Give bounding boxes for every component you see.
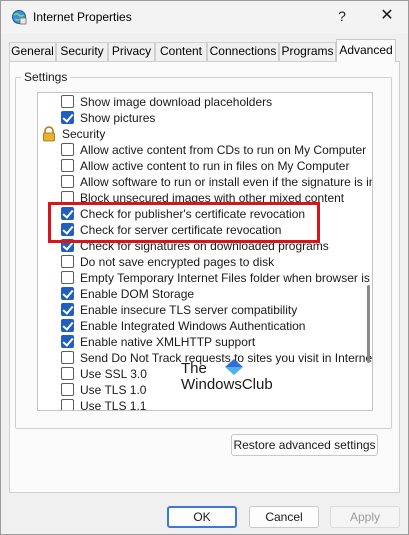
annotation-highlight-box [48,202,320,243]
restore-advanced-settings-button[interactable]: Restore advanced settings [231,434,378,456]
settings-option-label: Enable native XMLHTTP support [80,335,256,349]
checkbox-unchecked[interactable] [61,399,74,410]
checkbox-unchecked[interactable] [61,383,74,396]
internet-options-globe-icon [12,10,27,25]
apply-button[interactable]: Apply [330,506,400,528]
settings-option[interactable]: Show image download placeholders [38,94,368,110]
watermark-line2: WindowsClub [181,376,273,393]
settings-option-label: Use SSL 3.0 [80,367,147,381]
padlock-icon [43,126,55,142]
checkbox-checked[interactable] [61,335,74,348]
settings-option[interactable]: Show pictures [38,110,368,126]
settings-option-label: Use TLS 1.0 [80,383,147,397]
checkbox-unchecked[interactable] [61,351,74,364]
settings-group-label: Settings [21,70,71,84]
title-bar: Internet Properties ? ✕ [1,1,408,33]
checkbox-checked[interactable] [61,287,74,300]
settings-option[interactable]: Enable insecure TLS server compatibility [38,302,368,318]
settings-option-label: Empty Temporary Internet Files folder wh… [80,271,373,285]
settings-option[interactable]: Enable DOM Storage [38,286,368,302]
windowsclub-logo-icon [225,359,243,375]
tab-programs[interactable]: Programs [279,42,336,61]
settings-option-label: Allow active content from CDs to run on … [80,143,367,157]
scrollbar-thumb[interactable] [367,285,370,363]
settings-option[interactable]: Enable Integrated Windows Authentication [38,318,368,334]
cancel-button[interactable]: Cancel [249,506,319,528]
settings-option[interactable]: Allow active content to run in files on … [38,158,368,174]
tab-advanced[interactable]: Advanced [336,39,396,62]
tab-connections[interactable]: Connections [207,42,279,61]
checkbox-unchecked[interactable] [61,143,74,156]
tab-privacy[interactable]: Privacy [108,42,155,61]
settings-option-label: Enable DOM Storage [80,287,195,301]
settings-option[interactable]: Use TLS 1.1 [38,398,368,411]
settings-option-label: Enable insecure TLS server compatibility [80,303,298,317]
settings-option-label: Allow active content to run in files on … [80,159,350,173]
tab-content[interactable]: Content [155,42,207,61]
settings-option-label: Show image download placeholders [80,95,273,109]
settings-option-label: Enable Integrated Windows Authentication [80,319,306,333]
checkbox-unchecked[interactable] [61,159,74,172]
checkbox-unchecked[interactable] [61,95,74,108]
settings-option-label: Do not save encrypted pages to disk [80,255,275,269]
settings-category-label: Security [62,127,106,141]
checkbox-unchecked[interactable] [61,271,74,284]
close-button[interactable]: ✕ [369,3,405,31]
checkbox-unchecked[interactable] [61,175,74,188]
ok-button[interactable]: OK [167,506,237,528]
checkbox-checked[interactable] [61,319,74,332]
settings-option-label: Use TLS 1.1 [80,399,147,411]
settings-option[interactable]: Allow active content from CDs to run on … [38,142,368,158]
checkbox-unchecked[interactable] [61,367,74,380]
settings-option-label: Allow software to run or install even if… [80,175,373,189]
checkbox-unchecked[interactable] [61,255,74,268]
settings-option[interactable]: Do not save encrypted pages to disk [38,254,368,270]
internet-properties-window: Internet Properties ? ✕ General Security… [0,0,409,535]
settings-option-label: Show pictures [80,111,156,125]
checkbox-checked[interactable] [61,303,74,316]
settings-option[interactable]: Enable native XMLHTTP support [38,334,368,350]
settings-scrollbar[interactable] [367,93,371,410]
settings-category-security: Security [38,126,368,142]
tab-general[interactable]: General [9,42,56,61]
window-title: Internet Properties [33,10,132,24]
checkbox-checked[interactable] [61,111,74,124]
tab-security[interactable]: Security [56,42,108,61]
settings-option[interactable]: Allow software to run or install even if… [38,174,372,190]
settings-option[interactable]: Empty Temporary Internet Files folder wh… [38,270,372,286]
help-button[interactable]: ? [327,3,357,31]
